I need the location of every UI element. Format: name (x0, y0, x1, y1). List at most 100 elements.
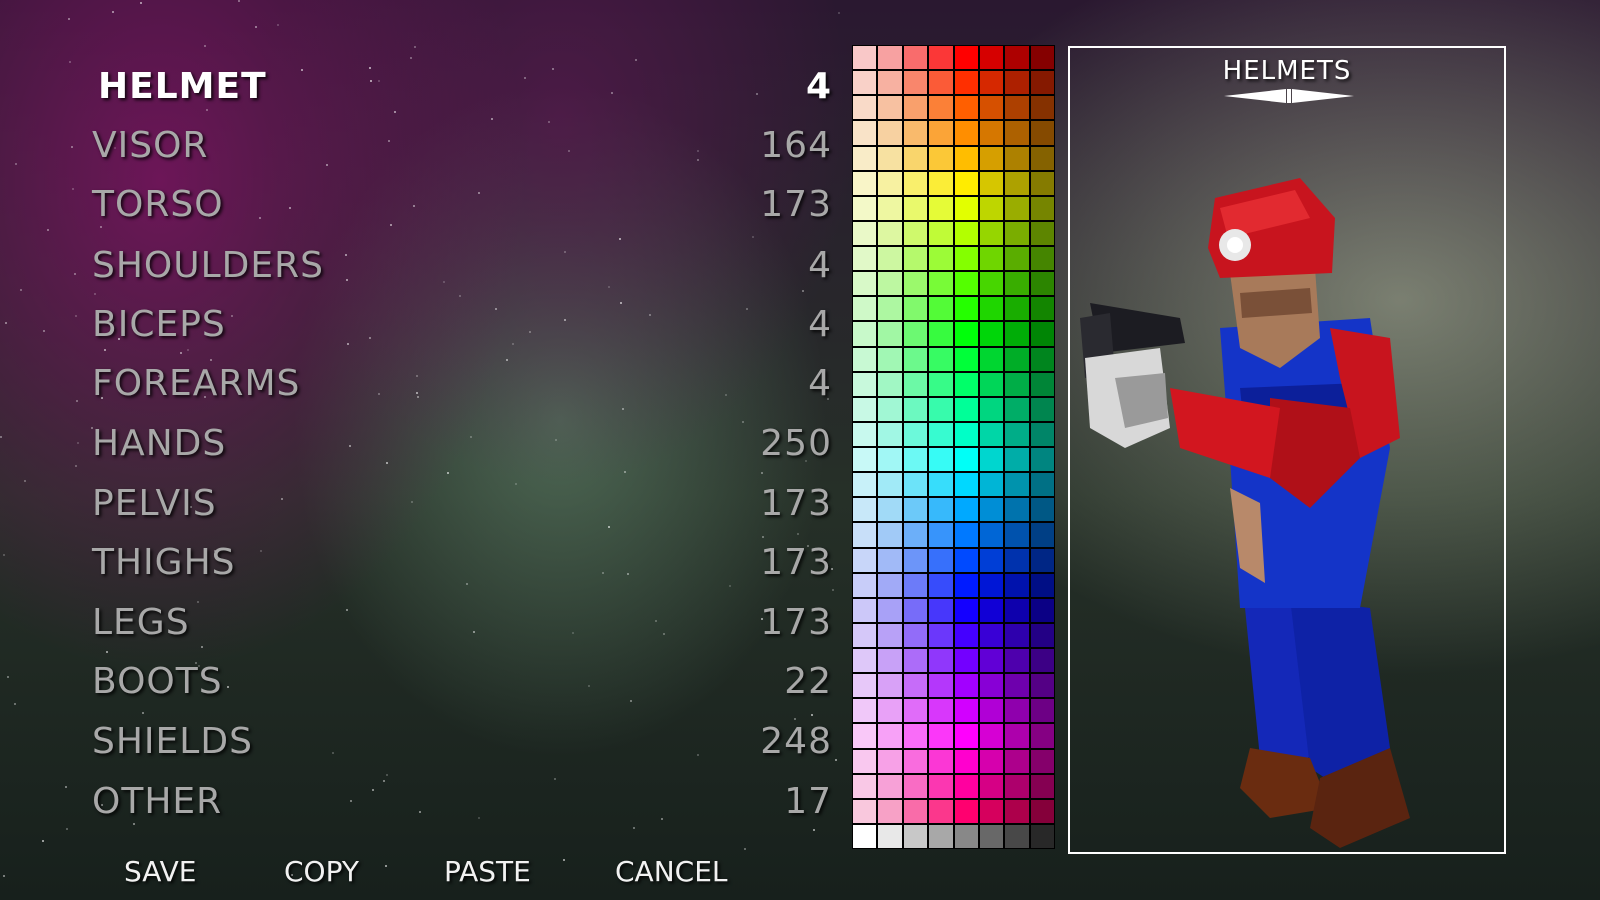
color-swatch[interactable] (929, 623, 953, 647)
color-swatch[interactable] (903, 573, 928, 597)
color-swatch[interactable] (979, 448, 1004, 472)
color-swatch[interactable] (954, 498, 978, 522)
color-swatch[interactable] (929, 498, 953, 522)
part-row-boots[interactable]: BOOTS 22 (92, 656, 832, 706)
color-swatch[interactable] (1030, 196, 1054, 220)
color-swatch[interactable] (929, 699, 953, 723)
color-swatch[interactable] (929, 799, 953, 823)
color-swatch[interactable] (929, 347, 953, 371)
color-swatch[interactable] (853, 121, 877, 145)
color-swatch-gray[interactable] (903, 824, 928, 848)
color-swatch[interactable] (853, 196, 877, 220)
color-swatch[interactable] (878, 347, 902, 371)
color-swatch[interactable] (1005, 448, 1029, 472)
part-row-forearms[interactable]: FOREARMS 4 (92, 358, 832, 408)
color-swatch[interactable] (1005, 473, 1029, 497)
color-swatch[interactable] (954, 221, 978, 245)
color-swatch[interactable] (979, 699, 1004, 723)
color-swatch[interactable] (954, 71, 978, 95)
color-swatch[interactable] (1005, 699, 1029, 723)
color-swatch[interactable] (979, 598, 1004, 622)
color-swatch-gray[interactable] (1005, 824, 1029, 848)
color-swatch[interactable] (853, 749, 877, 773)
color-swatch[interactable] (1030, 347, 1054, 371)
color-swatch[interactable] (929, 724, 953, 748)
color-swatch[interactable] (878, 247, 902, 271)
color-swatch[interactable] (979, 473, 1004, 497)
color-swatch[interactable] (903, 598, 928, 622)
color-swatch[interactable] (954, 397, 978, 421)
color-swatch[interactable] (979, 96, 1004, 120)
color-swatch[interactable] (1005, 422, 1029, 446)
color-swatch[interactable] (1030, 448, 1054, 472)
color-swatch[interactable] (853, 322, 877, 346)
part-row-helmet[interactable]: HELMET 4 (92, 61, 832, 111)
save-button[interactable]: SAVE (124, 855, 197, 888)
part-row-biceps[interactable]: BICEPS 4 (92, 299, 832, 349)
color-swatch[interactable] (929, 322, 953, 346)
color-swatch[interactable] (878, 598, 902, 622)
color-swatch[interactable] (979, 548, 1004, 572)
color-swatch[interactable] (1005, 523, 1029, 547)
color-swatch[interactable] (929, 272, 953, 296)
color-swatch[interactable] (853, 146, 877, 170)
color-swatch[interactable] (954, 749, 978, 773)
color-swatch[interactable] (929, 749, 953, 773)
color-swatch[interactable] (1005, 649, 1029, 673)
color-swatch[interactable] (853, 573, 877, 597)
color-swatch[interactable] (1030, 649, 1054, 673)
color-swatch[interactable] (1005, 297, 1029, 321)
color-swatch[interactable] (903, 297, 928, 321)
color-swatch[interactable] (979, 573, 1004, 597)
color-swatch[interactable] (1005, 146, 1029, 170)
part-row-other[interactable]: OTHER 17 (92, 776, 832, 826)
color-swatch[interactable] (903, 272, 928, 296)
color-swatch[interactable] (903, 674, 928, 698)
color-swatch[interactable] (903, 699, 928, 723)
color-swatch[interactable] (903, 171, 928, 195)
color-swatch[interactable] (853, 724, 877, 748)
color-swatch[interactable] (903, 422, 928, 446)
color-swatch[interactable] (929, 146, 953, 170)
color-swatch[interactable] (878, 623, 902, 647)
color-swatch[interactable] (954, 146, 978, 170)
color-swatch[interactable] (929, 448, 953, 472)
color-swatch[interactable] (1030, 272, 1054, 296)
color-swatch[interactable] (979, 674, 1004, 698)
color-swatch[interactable] (903, 623, 928, 647)
color-swatch[interactable] (878, 71, 902, 95)
color-swatch[interactable] (1005, 272, 1029, 296)
color-swatch[interactable] (903, 649, 928, 673)
color-swatch[interactable] (979, 121, 1004, 145)
color-swatch[interactable] (1005, 724, 1029, 748)
color-swatch[interactable] (979, 171, 1004, 195)
color-swatch[interactable] (903, 749, 928, 773)
color-swatch[interactable] (853, 598, 877, 622)
color-swatch[interactable] (903, 372, 928, 396)
color-swatch[interactable] (853, 523, 877, 547)
color-swatch[interactable] (929, 247, 953, 271)
color-swatch[interactable] (1030, 523, 1054, 547)
color-swatch[interactable] (1030, 724, 1054, 748)
color-swatch[interactable] (979, 146, 1004, 170)
color-swatch[interactable] (929, 171, 953, 195)
color-swatch[interactable] (1005, 397, 1029, 421)
color-swatch[interactable] (1005, 749, 1029, 773)
color-swatch-gray[interactable] (929, 824, 953, 848)
color-swatch[interactable] (979, 46, 1004, 70)
color-swatch[interactable] (878, 297, 902, 321)
color-swatch[interactable] (878, 146, 902, 170)
color-swatch[interactable] (954, 598, 978, 622)
color-swatch[interactable] (929, 397, 953, 421)
color-swatch[interactable] (929, 422, 953, 446)
color-swatch[interactable] (929, 774, 953, 798)
part-row-torso[interactable]: TORSO 173 (92, 179, 832, 229)
color-swatch[interactable] (903, 322, 928, 346)
color-swatch[interactable] (1030, 573, 1054, 597)
color-swatch[interactable] (878, 422, 902, 446)
color-swatch[interactable] (878, 221, 902, 245)
color-swatch[interactable] (954, 548, 978, 572)
color-swatch[interactable] (1030, 498, 1054, 522)
color-swatch[interactable] (979, 372, 1004, 396)
color-swatch[interactable] (853, 548, 877, 572)
